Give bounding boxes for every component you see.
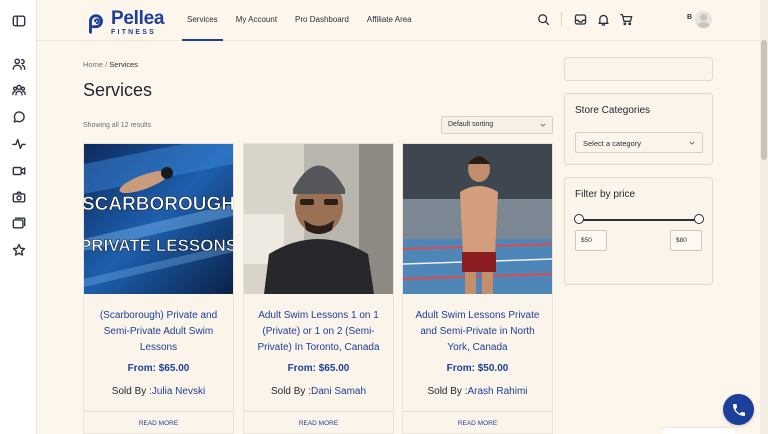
breadcrumb-home[interactable]: Home bbox=[83, 60, 103, 69]
read-more-button[interactable]: READ MORE bbox=[244, 411, 393, 434]
chat-icon[interactable] bbox=[11, 109, 26, 124]
nav-affiliate-area[interactable]: Affiliate Area bbox=[362, 0, 417, 41]
product-title[interactable]: (Scarborough) Private and Semi-Private A… bbox=[94, 308, 223, 356]
breadcrumb: Home / Services bbox=[83, 60, 138, 69]
page-scrollbar[interactable] bbox=[760, 0, 768, 434]
sidebar-search-widget[interactable] bbox=[564, 57, 713, 81]
product-card[interactable]: SCARBOROUGH PRIVATE LESSONS (Scarborough… bbox=[83, 143, 234, 434]
store-categories-widget: Store Categories Select a category bbox=[564, 93, 713, 165]
product-image-toronto[interactable] bbox=[244, 144, 393, 294]
image-caption-line2: PRIVATE LESSONS bbox=[84, 236, 233, 255]
main-nav: Services My Account Pro Dashboard Affili… bbox=[182, 0, 425, 41]
avatar[interactable] bbox=[695, 11, 712, 28]
brand-logo[interactable]: Pellea FITNESS bbox=[85, 9, 164, 36]
header-divider bbox=[561, 12, 562, 26]
user-initial[interactable]: B bbox=[687, 14, 692, 21]
call-button[interactable] bbox=[723, 394, 754, 425]
image-caption-line1: SCARBOROUGH bbox=[84, 194, 233, 215]
price-slider-min-handle[interactable] bbox=[574, 214, 584, 224]
seller-link[interactable]: Arash Rahimi bbox=[468, 386, 528, 397]
bell-icon[interactable] bbox=[596, 12, 610, 26]
nav-pro-dashboard[interactable]: Pro Dashboard bbox=[290, 0, 354, 41]
chat-widget-tab[interactable] bbox=[663, 428, 735, 434]
price-filter-widget: Filter by price $50 $80 bbox=[564, 177, 713, 285]
sold-by-label: Sold By : bbox=[111, 386, 152, 397]
chevron-down-icon bbox=[689, 141, 695, 145]
folders-icon[interactable] bbox=[11, 215, 26, 230]
product-seller: Sold By :Dani Samah bbox=[244, 386, 393, 397]
users-icon[interactable] bbox=[11, 56, 26, 71]
pellea-logo-icon bbox=[89, 13, 103, 34]
sort-select-value: Default sorting bbox=[448, 121, 494, 128]
results-count: Showing all 12 results bbox=[83, 122, 152, 129]
product-seller: Sold By :Arash Rahimi bbox=[403, 386, 552, 397]
product-price: From: $50.00 bbox=[446, 363, 509, 374]
product-card[interactable]: Adult Swim Lessons 1 on 1 (Private) or 1… bbox=[243, 143, 394, 434]
product-title[interactable]: Adult Swim Lessons Private and Semi-Priv… bbox=[413, 308, 542, 356]
star-icon[interactable] bbox=[11, 242, 26, 257]
nav-my-account[interactable]: My Account bbox=[231, 0, 282, 41]
price-slider-max-handle[interactable] bbox=[694, 214, 704, 224]
category-select-value: Select a category bbox=[583, 139, 641, 148]
product-price: From: $65.00 bbox=[127, 363, 190, 374]
header-actions bbox=[527, 12, 633, 26]
read-more-button[interactable]: READ MORE bbox=[84, 411, 233, 434]
product-title[interactable]: Adult Swim Lessons 1 on 1 (Private) or 1… bbox=[254, 308, 383, 356]
camera-icon[interactable] bbox=[11, 189, 26, 204]
category-select[interactable]: Select a category bbox=[575, 132, 703, 153]
product-card[interactable]: Adult Swim Lessons Private and Semi-Priv… bbox=[402, 143, 553, 434]
panel-toggle-icon[interactable] bbox=[11, 13, 26, 28]
top-header: Pellea FITNESS Services My Account Pro D… bbox=[37, 0, 768, 41]
page-title: Services bbox=[83, 80, 153, 100]
cart-icon[interactable] bbox=[619, 12, 633, 26]
video-icon[interactable] bbox=[11, 163, 26, 178]
brand-subtitle: FITNESS bbox=[111, 29, 156, 36]
price-filter-title: Filter by price bbox=[575, 189, 636, 200]
seller-link[interactable]: Dani Samah bbox=[311, 386, 366, 397]
nav-services[interactable]: Services bbox=[182, 0, 223, 41]
min-price-input[interactable]: $50 bbox=[575, 230, 607, 251]
left-icon-rail bbox=[0, 0, 37, 434]
max-price-input[interactable]: $80 bbox=[670, 230, 702, 251]
product-image-scarborough[interactable]: SCARBOROUGH PRIVATE LESSONS bbox=[84, 144, 233, 294]
activity-icon[interactable] bbox=[11, 136, 26, 151]
breadcrumb-current: Services bbox=[109, 60, 139, 69]
inbox-icon[interactable] bbox=[573, 12, 587, 26]
seller-link[interactable]: Julia Nevski bbox=[152, 386, 205, 397]
product-seller: Sold By :Julia Nevski bbox=[84, 386, 233, 397]
scrollbar-thumb[interactable] bbox=[761, 40, 767, 160]
brand-name: Pellea bbox=[111, 8, 165, 29]
product-image-north-york[interactable] bbox=[403, 144, 552, 294]
sold-by-label: Sold By : bbox=[427, 386, 468, 397]
groups-icon[interactable] bbox=[11, 82, 26, 97]
sold-by-label: Sold By : bbox=[270, 386, 311, 397]
phone-icon bbox=[732, 403, 745, 416]
chevron-down-icon bbox=[540, 123, 546, 127]
price-slider-track[interactable] bbox=[579, 219, 700, 221]
sort-select[interactable]: Default sorting bbox=[441, 116, 553, 134]
store-categories-title: Store Categories bbox=[575, 105, 651, 116]
search-icon[interactable] bbox=[536, 12, 550, 26]
read-more-button[interactable]: READ MORE bbox=[403, 411, 552, 434]
product-price: From: $65.00 bbox=[287, 363, 350, 374]
